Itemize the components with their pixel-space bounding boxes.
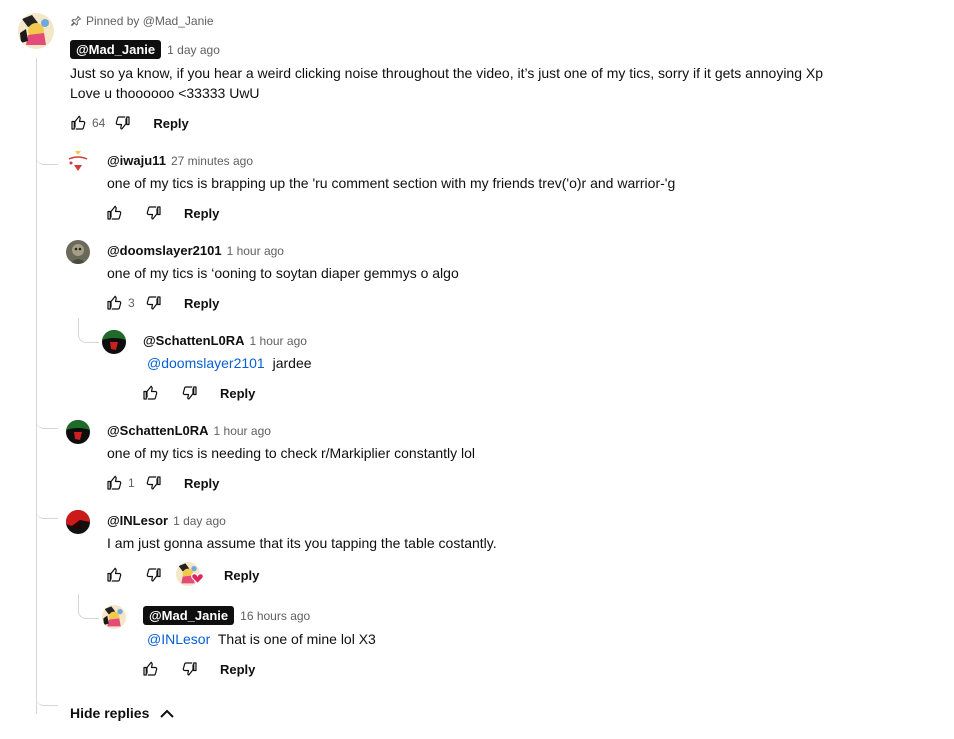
thumbs-down-icon[interactable]: [142, 563, 166, 587]
comment-header: @doomslayer2101 1 hour ago: [107, 243, 284, 258]
timestamp[interactable]: 1 day ago: [167, 43, 220, 57]
pinned-indicator: Pinned by @Mad_Janie: [70, 14, 214, 28]
creator-heart-badge: [176, 562, 204, 589]
comment-line: Just so ya know, if you hear a weird cli…: [70, 65, 824, 81]
heart-icon: [191, 571, 204, 589]
comment-actions: 64 Reply: [66, 111, 189, 135]
author-handle[interactable]: @iwaju11: [107, 153, 166, 168]
avatar[interactable]: [66, 149, 90, 173]
thumbs-up-icon[interactable]: [138, 381, 162, 405]
comment-actions: 1 Reply: [102, 471, 219, 495]
reply-button[interactable]: Reply: [153, 116, 188, 131]
mention-link[interactable]: @INLesor: [147, 631, 210, 647]
reply-button[interactable]: Reply: [184, 206, 219, 221]
reply-button[interactable]: Reply: [220, 386, 255, 401]
author-handle[interactable]: @Mad_Janie: [70, 40, 162, 59]
comment-actions: Reply: [138, 657, 255, 681]
avatar[interactable]: [66, 240, 90, 264]
author-handle[interactable]: @SchattenL0RA: [143, 333, 245, 348]
thumbs-up-icon[interactable]: [102, 291, 126, 315]
timestamp[interactable]: 1 hour ago: [250, 334, 307, 348]
thumbs-down-icon[interactable]: [178, 657, 202, 681]
nested-thread-line: [78, 594, 99, 619]
comment-text: Just so ya know, if you hear a weird cli…: [70, 63, 823, 103]
thumbs-down-icon[interactable]: [142, 471, 166, 495]
thumbs-down-icon[interactable]: [178, 381, 202, 405]
avatar[interactable]: [66, 510, 90, 534]
author-handle[interactable]: @SchattenL0RA: [107, 423, 209, 438]
pin-icon: [70, 15, 82, 27]
thread-branch: [36, 690, 58, 706]
comment-header: @SchattenL0RA 1 hour ago: [107, 423, 271, 438]
comment-header: @Mad_Janie 1 day ago: [70, 40, 220, 59]
chevron-up-icon: [159, 707, 175, 719]
author-handle[interactable]: @INLesor: [107, 513, 168, 528]
thumbs-up-icon[interactable]: [138, 657, 162, 681]
thumbs-up-icon[interactable]: [66, 111, 90, 135]
comment-actions: Reply: [138, 381, 255, 405]
comment-text: one of my tics is needing to check r/Mar…: [107, 445, 476, 461]
comment-header: @SchattenL0RA 1 hour ago: [143, 333, 307, 348]
comment-text: I am just gonna assume that its you tapp…: [107, 535, 497, 551]
avatar[interactable]: [102, 605, 126, 629]
comment-header: @iwaju11 27 minutes ago: [107, 153, 253, 168]
reply-button[interactable]: Reply: [184, 296, 219, 311]
comment-actions: 3 Reply: [102, 291, 219, 315]
author-handle[interactable]: @doomslayer2101: [107, 243, 222, 258]
reply-button[interactable]: Reply: [184, 476, 219, 491]
timestamp[interactable]: 16 hours ago: [240, 609, 310, 623]
comment-body: jardee: [272, 355, 312, 371]
thumbs-down-icon[interactable]: [142, 291, 166, 315]
pinned-by-text: Pinned by @Mad_Janie: [86, 14, 214, 28]
comment-body: That is one of mine lol X3: [217, 631, 376, 647]
thumbs-up-icon[interactable]: [102, 471, 126, 495]
timestamp[interactable]: 1 hour ago: [227, 244, 284, 258]
like-count: 64: [92, 116, 106, 130]
timestamp[interactable]: 1 day ago: [173, 514, 226, 528]
thumbs-down-icon[interactable]: [111, 111, 135, 135]
hide-replies-button[interactable]: Hide replies: [70, 705, 175, 721]
reply-button[interactable]: Reply: [220, 662, 255, 677]
comment-text: @INLesor That is one of mine lol X3: [143, 629, 376, 649]
comment-header: @Mad_Janie 16 hours ago: [143, 606, 310, 625]
avatar[interactable]: [102, 330, 126, 354]
comment-header: @INLesor 1 day ago: [107, 513, 226, 528]
timestamp[interactable]: 27 minutes ago: [171, 154, 253, 168]
hide-replies-label: Hide replies: [70, 705, 150, 721]
comment-text: @doomslayer2101 jardee: [143, 353, 312, 373]
avatar[interactable]: [18, 13, 54, 49]
thread-branch: [36, 414, 58, 429]
mention-link[interactable]: @doomslayer2101: [147, 355, 265, 371]
like-count: 3: [128, 296, 135, 310]
comment-actions: Reply: [102, 562, 259, 589]
avatar[interactable]: [66, 420, 90, 444]
comment-text: one of my tics is ‘ooning to soytan diap…: [107, 265, 459, 281]
thumbs-down-icon[interactable]: [142, 201, 166, 225]
comment-text: one of my tics is brapping up the 'ru co…: [107, 175, 676, 191]
thumbs-up-icon[interactable]: [102, 201, 126, 225]
thread-branch: [36, 504, 58, 519]
like-count: 1: [128, 476, 135, 490]
timestamp[interactable]: 1 hour ago: [214, 424, 271, 438]
thumbs-up-icon[interactable]: [102, 563, 126, 587]
nested-thread-line: [78, 318, 99, 343]
comment-line: Love u thoooooo <33333 UwU: [70, 85, 260, 101]
author-handle[interactable]: @Mad_Janie: [143, 606, 235, 625]
comment-actions: Reply: [102, 201, 219, 225]
thread-branch: [36, 150, 58, 165]
reply-button[interactable]: Reply: [224, 568, 259, 583]
